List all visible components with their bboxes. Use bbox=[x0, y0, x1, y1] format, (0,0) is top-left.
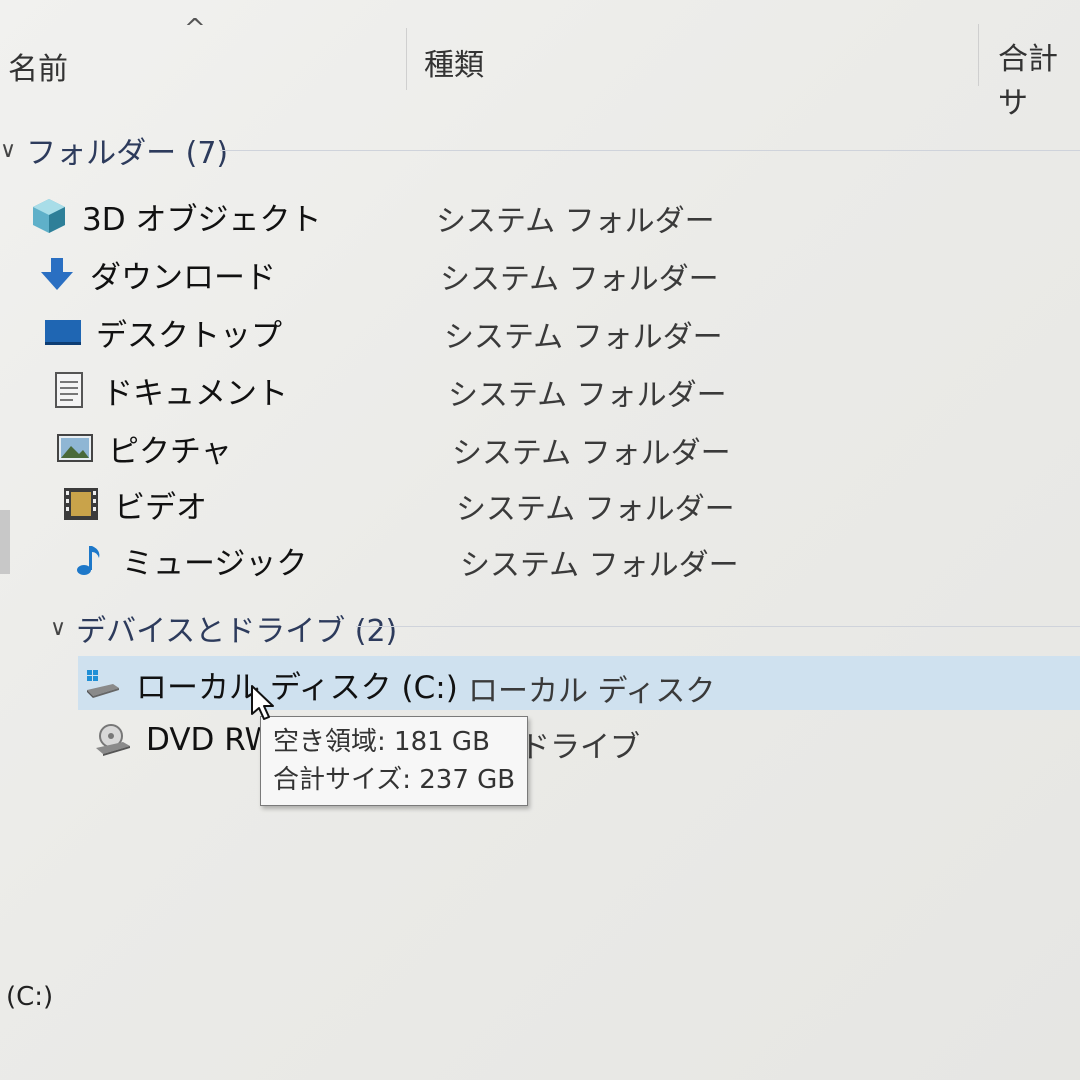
item-type: ローカル ディスク bbox=[468, 674, 716, 709]
item-name: 3D オブジェクト bbox=[82, 201, 322, 238]
column-header-type[interactable]: 種類 bbox=[424, 40, 484, 84]
column-header-name[interactable]: 名前 bbox=[8, 44, 68, 88]
group-divider bbox=[356, 626, 1080, 627]
local-disk-icon bbox=[82, 663, 124, 705]
chevron-down-icon[interactable]: ∨ bbox=[0, 138, 16, 163]
item-name: デスクトップ bbox=[96, 317, 282, 354]
document-icon bbox=[48, 369, 90, 411]
list-item[interactable]: ピクチャ bbox=[54, 422, 232, 474]
item-type: システム フォルダー bbox=[460, 548, 739, 583]
scrollbar-thumb[interactable] bbox=[0, 510, 10, 574]
item-type: システム フォルダー bbox=[444, 320, 723, 355]
tooltip-free-space: 空き領域: 181 GB bbox=[273, 727, 490, 757]
item-name: ビデオ bbox=[114, 489, 207, 526]
list-item-dvd-drive[interactable]: DVD RW bbox=[92, 714, 275, 766]
list-item[interactable]: ダウンロード bbox=[36, 248, 276, 300]
download-icon bbox=[36, 253, 78, 295]
dvd-drive-icon bbox=[92, 719, 134, 761]
column-header-bar: 名前 ^ 種類 合計サ bbox=[0, 0, 1080, 121]
sort-ascending-icon: ^ bbox=[184, 14, 206, 44]
music-icon bbox=[68, 539, 110, 581]
column-separator[interactable] bbox=[978, 24, 979, 86]
desktop-icon bbox=[42, 311, 84, 353]
item-type: ドライブ bbox=[520, 730, 640, 765]
list-item[interactable]: 3D オブジェクト bbox=[28, 190, 321, 242]
group-divider bbox=[220, 150, 1080, 151]
item-name: ピクチャ bbox=[108, 433, 232, 470]
list-item[interactable]: ビデオ bbox=[60, 478, 207, 530]
column-separator[interactable] bbox=[406, 28, 407, 90]
list-item[interactable]: ドキュメント bbox=[48, 364, 288, 416]
item-name: ミュージック bbox=[122, 545, 308, 582]
item-type: システム フォルダー bbox=[452, 436, 731, 471]
item-name: ローカル ディスク (C:) bbox=[136, 669, 458, 706]
picture-icon bbox=[54, 427, 96, 469]
item-type: システム フォルダー bbox=[456, 492, 735, 527]
chevron-down-icon[interactable]: ∨ bbox=[50, 616, 66, 641]
group-title: デバイスとドライブ (2) bbox=[76, 614, 398, 649]
group-title: フォルダー (7) bbox=[26, 136, 229, 171]
list-item[interactable]: デスクトップ bbox=[42, 306, 282, 358]
column-header-total-size[interactable]: 合計サ bbox=[998, 34, 1080, 122]
item-name: ドキュメント bbox=[102, 375, 288, 412]
tooltip-total-size: 合計サイズ: 237 GB bbox=[273, 765, 516, 795]
video-icon bbox=[60, 483, 102, 525]
drive-info-tooltip: 空き領域: 181 GB 合計サイズ: 237 GB bbox=[260, 716, 529, 806]
list-item[interactable]: ミュージック bbox=[68, 534, 307, 586]
group-header-folders[interactable]: ∨ フォルダー (7) bbox=[0, 128, 228, 172]
item-type: システム フォルダー bbox=[440, 262, 719, 297]
item-type: システム フォルダー bbox=[448, 378, 727, 413]
3d-objects-icon bbox=[28, 195, 70, 237]
item-name: DVD RW bbox=[146, 722, 276, 758]
item-name: ダウンロード bbox=[90, 259, 276, 296]
group-header-devices[interactable]: ∨ デバイスとドライブ (2) bbox=[50, 606, 397, 650]
mouse-pointer-icon bbox=[251, 685, 274, 720]
status-bar-text: (C:) bbox=[6, 982, 54, 1012]
item-type: システム フォルダー bbox=[436, 204, 715, 239]
